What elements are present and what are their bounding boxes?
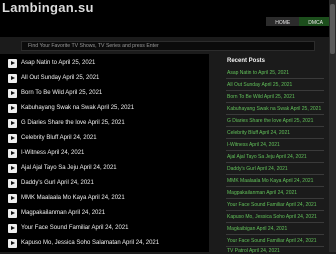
post-title[interactable]: G Diaries Share the love April 25, 2021 — [21, 120, 125, 126]
post-title[interactable]: Kabuhayang Swak na Swak April 25, 2021 — [21, 105, 134, 111]
divider — [226, 126, 324, 127]
recent-post-link[interactable]: Magkaibigan April 24, 2021 — [227, 226, 287, 232]
divider — [226, 234, 324, 235]
scrollbar[interactable] — [329, 0, 336, 252]
list-item[interactable]: Kabuhayang Swak na Swak April 25, 2021 — [8, 101, 208, 115]
divider — [226, 114, 324, 115]
post-title[interactable]: All Out Sunday April 25, 2021 — [21, 75, 99, 81]
sidebar-recent-posts: Recent Posts Asap Natin to April 25, 202… — [209, 54, 325, 254]
post-title[interactable]: Celebrity Bluff April 24, 2021 — [21, 135, 97, 141]
recent-post-link[interactable]: Magpakailanman April 24, 2021 — [227, 190, 297, 196]
list-item[interactable]: G Diaries Share the love April 25, 2021 — [8, 116, 208, 130]
list-item[interactable]: Magpakailanman April 24, 2021 — [8, 206, 208, 220]
recent-post-link[interactable]: All Out Sunday April 25, 2021 — [227, 82, 292, 88]
post-title[interactable]: Your Face Sound Familiar April 24, 2021 — [21, 225, 129, 231]
divider — [226, 246, 324, 247]
divider — [226, 222, 324, 223]
main-nav: HOME DMCA — [266, 17, 332, 26]
list-item[interactable]: Celebrity Bluff April 24, 2021 — [8, 131, 208, 145]
post-title[interactable]: Magpakailanman April 24, 2021 — [21, 210, 105, 216]
play-icon — [8, 88, 17, 98]
recent-post-link[interactable]: Born To Be Wild April 25, 2021 — [227, 94, 295, 100]
play-icon — [8, 193, 17, 203]
recent-post-link[interactable]: Your Face Sound Familiar April 24, 2021 — [227, 238, 317, 244]
list-item[interactable]: I-Witness April 24, 2021 — [8, 146, 208, 160]
post-title[interactable]: Ajal Ajal Tayo Sa Jeju April 24, 2021 — [21, 165, 117, 171]
list-item[interactable]: Ajal Ajal Tayo Sa Jeju April 24, 2021 — [8, 161, 208, 175]
divider — [226, 150, 324, 151]
site-logo[interactable]: Lambingan.su — [2, 0, 94, 15]
sidebar-title: Recent Posts — [227, 58, 266, 64]
recent-post-link[interactable]: MMK Maalaala Mo Kaya April 24, 2021 — [227, 178, 313, 184]
play-icon — [8, 178, 17, 188]
play-icon — [8, 163, 17, 173]
divider — [226, 78, 324, 79]
list-item[interactable]: Kapuso Mo, Jessica Soho Salamatan April … — [8, 236, 208, 250]
list-item[interactable]: MMK Maalaala Mo Kaya April 24, 2021 — [8, 191, 208, 205]
list-item[interactable]: Asap Natin to April 25, 2021 — [8, 56, 208, 70]
recent-post-link[interactable]: Kapuso Mo, Jessica Soho April 24, 2021 — [227, 214, 317, 220]
recent-post-link[interactable]: G Diaries Share the love April 25, 2021 — [227, 118, 313, 124]
play-icon — [8, 208, 17, 218]
play-icon — [8, 58, 17, 68]
post-title[interactable]: I-Witness April 24, 2021 — [21, 150, 84, 156]
play-icon — [8, 133, 17, 143]
nav-home[interactable]: HOME — [266, 17, 300, 26]
recent-post-link[interactable]: Your Face Sound Familiar April 24, 2021 — [227, 202, 317, 208]
post-title[interactable]: Asap Natin to April 25, 2021 — [21, 60, 95, 66]
recent-post-link[interactable]: Daddy's Gurl April 24, 2021 — [227, 166, 288, 172]
recent-post-link[interactable]: Asap Natin to April 25, 2021 — [227, 70, 289, 76]
recent-post-link[interactable]: Kabuhayang Swak na Swak April 25, 2021 — [227, 106, 321, 112]
divider — [226, 90, 324, 91]
recent-post-link[interactable]: Celebrity Bluff April 24, 2021 — [227, 130, 290, 136]
play-icon — [8, 223, 17, 233]
divider — [226, 186, 324, 187]
play-icon — [8, 118, 17, 128]
post-title[interactable]: MMK Maalaala Mo Kaya April 24, 2021 — [21, 195, 125, 201]
post-title[interactable]: Born To Be Wild April 25, 2021 — [21, 90, 102, 96]
recent-post-link[interactable]: TV Patrol April 24, 2021 — [227, 248, 280, 254]
divider — [226, 174, 324, 175]
post-title[interactable]: Daddy's Gurl April 24, 2021 — [21, 180, 94, 186]
scrollbar-thumb[interactable] — [330, 4, 335, 54]
top-header: Lambingan.su HOME DMCA — [0, 0, 336, 37]
search-input[interactable]: Find Your Favorite TV Shows, TV Series a… — [21, 41, 315, 51]
nav-dmca[interactable]: DMCA — [299, 17, 332, 26]
play-icon — [8, 73, 17, 83]
divider — [226, 210, 324, 211]
divider — [226, 162, 324, 163]
recent-post-link[interactable]: I-Witness April 24, 2021 — [227, 142, 280, 148]
play-icon — [8, 148, 17, 158]
list-item[interactable]: Born To Be Wild April 25, 2021 — [8, 86, 208, 100]
divider — [226, 102, 324, 103]
post-title[interactable]: Kapuso Mo, Jessica Soho Salamatan April … — [21, 240, 159, 246]
divider — [226, 198, 324, 199]
play-icon — [8, 238, 17, 248]
recent-post-link[interactable]: Ajal Ajal Tayo Sa Jeju April 24, 2021 — [227, 154, 307, 160]
list-item[interactable]: Your Face Sound Familiar April 24, 2021 — [8, 221, 208, 235]
list-item[interactable]: All Out Sunday April 25, 2021 — [8, 71, 208, 85]
play-icon — [8, 103, 17, 113]
list-item[interactable]: Daddy's Gurl April 24, 2021 — [8, 176, 208, 190]
divider — [226, 138, 324, 139]
post-list: Asap Natin to April 25, 2021 All Out Sun… — [0, 54, 209, 252]
